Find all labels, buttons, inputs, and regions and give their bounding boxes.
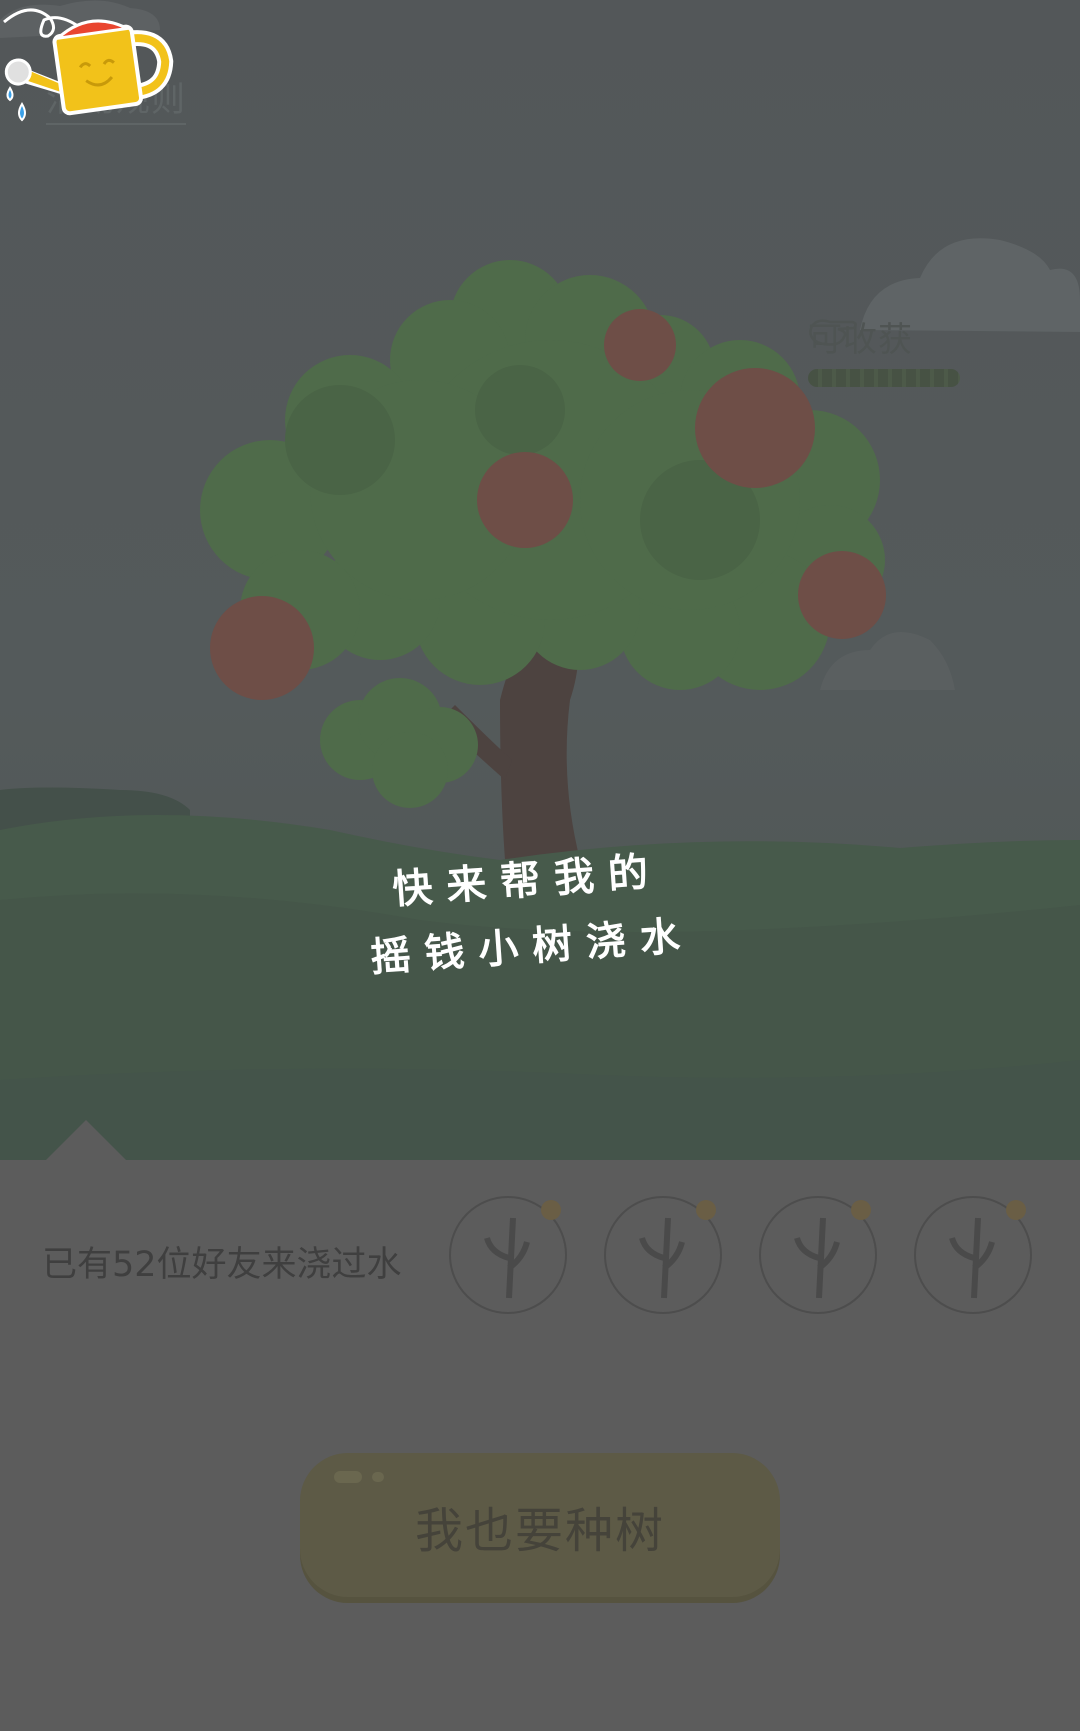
panel-pointer [46, 1120, 126, 1160]
sprout-icon [639, 1200, 716, 1299]
friend-avatar[interactable] [604, 1196, 722, 1314]
harvest-progress-bar [808, 369, 960, 387]
friend-avatar[interactable] [914, 1196, 1032, 1314]
plant-tree-label: 我也要种树 [414, 1503, 665, 1559]
sprout-icon [794, 1200, 871, 1299]
pointing-hand-icon [809, 319, 857, 346]
tree-illustration [0, 0, 1080, 1160]
button-gloss [334, 1471, 362, 1483]
friend-avatar[interactable] [449, 1196, 567, 1314]
tree-scene: 活动规则 可收获 快来帮我的 摇钱小树浇水 [0, 0, 1080, 1160]
button-gloss [372, 1472, 384, 1482]
sprout-icon [949, 1200, 1026, 1299]
watering-can-button[interactable] [0, 0, 180, 130]
friends-watered-count: 已有52位好友来浇过水 [42, 1245, 402, 1285]
friend-avatar[interactable] [759, 1196, 877, 1314]
sprout-icon [484, 1200, 561, 1299]
harvest-indicator[interactable]: 可收获 [808, 312, 978, 387]
cloud-icon [820, 632, 955, 690]
plant-tree-button[interactable]: 我也要种树 [300, 1453, 780, 1597]
